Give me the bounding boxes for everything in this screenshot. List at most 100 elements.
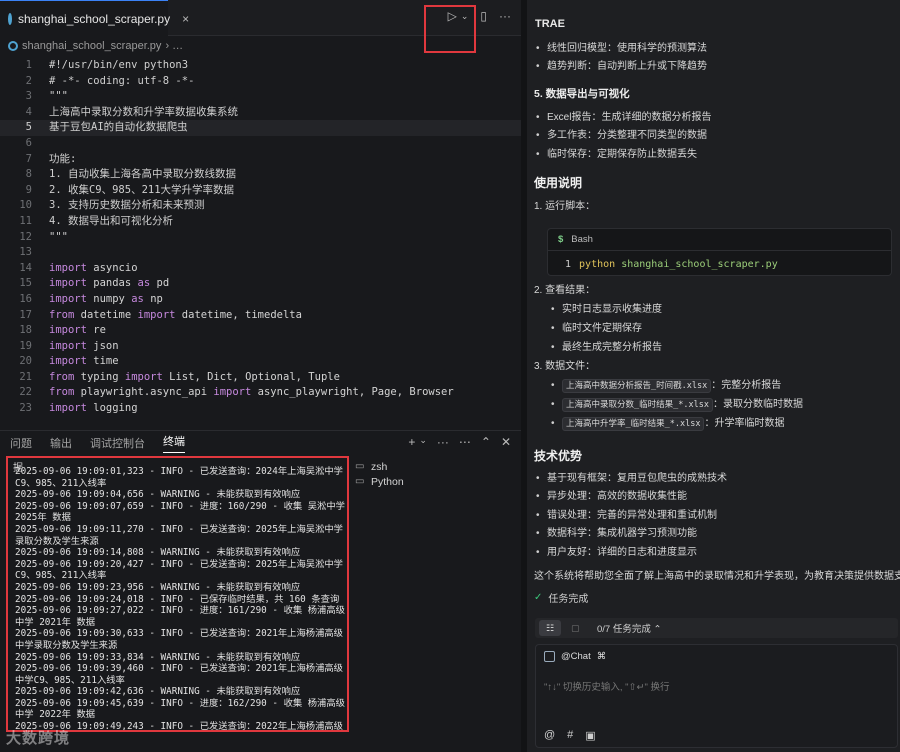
code-text: 1. 自动收集上海各高中录取分数线数据 [49, 168, 236, 181]
at-icon[interactable]: @ [544, 729, 555, 742]
list-view-icon[interactable]: ☷ [539, 620, 561, 636]
terminal-line: 2025-09-06 19:09:27,022 - INFO - 进度：161/… [15, 605, 345, 628]
step2-list: 实时日志显示收集进度临时文件定期保存最终生成完整分析报告 [534, 300, 900, 358]
terminal-line: 2025-09-06 19:09:30,633 - INFO - 已发送查询：2… [15, 628, 343, 651]
code-line: 21 from typing import List, Dict, Optiona… [0, 370, 521, 386]
bullet-item-label: 多工作表 [547, 130, 587, 142]
image-icon[interactable]: ▣ [585, 729, 595, 742]
tech-item-text: ：高效的数据收集性能 [587, 491, 687, 503]
line-number: 7 [25, 152, 32, 165]
breadcrumb-more[interactable]: › … [165, 40, 183, 52]
settings-icon[interactable]: ⋯ [459, 435, 471, 449]
breadcrumb: shanghai_school_scraper.py › … [0, 36, 521, 56]
step-1: 1. 运行脚本： [534, 200, 596, 212]
terminal-list-item[interactable]: ▭ zsh [355, 459, 404, 474]
code-line: 5 基于豆包AI的自动化数据爬虫 [0, 120, 521, 136]
code-block-body[interactable]: 1 python shanghai_school_scraper.py [565, 259, 778, 270]
chat-input-box[interactable]: @Chat ⌘ "↑↓" 切换历史输入, "⇧↵" 换行 @ # ▣ [535, 644, 898, 748]
code-text: import pandas as pd [49, 277, 170, 290]
chat-mode-icon [544, 651, 555, 662]
file-item: 上海高中录取分数_临时结果_*.xlsx：录取分数临时数据 [534, 395, 900, 414]
terminal-line: 2025-09-06 19:09:01,323 - INFO - 已发送查询：2… [15, 466, 343, 489]
code-area[interactable]: 1 #!/usr/bin/env python3 2 # -*- coding: ut… [0, 58, 521, 417]
bullet-item-text: ：定期保存防止数据丢失 [587, 148, 697, 160]
code-text: import asyncio [49, 261, 138, 274]
terminal-line: 2025-09-06 19:09:20,427 - INFO - 已发送查询：2… [15, 558, 343, 582]
code-text: 4. 数据导出和可视化分析 [49, 214, 173, 227]
more-icon[interactable]: ··· [437, 435, 449, 449]
file-desc: ：完整分析报告 [711, 379, 782, 391]
file-list: 上海高中数据分析报告_时间戳.xlsx：完整分析报告上海高中录取分数_临时结果_… [534, 376, 900, 434]
panel-tab[interactable]: 终端 [163, 433, 185, 453]
line-number: 20 [19, 355, 32, 368]
line-number: 10 [19, 199, 32, 212]
tech-item-text: ：详细的日志和进度显示 [587, 546, 697, 558]
code-line: 8 1. 自动收集上海各高中录取分数线数据 [0, 167, 521, 183]
code-block-lang: Bash [571, 234, 593, 245]
section-heading-export: 5. 数据导出与可视化 [534, 87, 630, 100]
terminal-line: 2025-09-06 19:09:04,656 - WARNING - 未能获取… [15, 489, 301, 501]
plus-icon[interactable]: + [408, 435, 415, 449]
code-line: 4 上海高中录取分数和升学率数据收集系统 [0, 105, 521, 121]
panel-tab[interactable]: 问题 [10, 435, 32, 451]
code-line: 19 import json [0, 339, 521, 355]
bullet-item: 线性回归模型：使用科学的预测算法 [534, 40, 900, 59]
code-text: """ [49, 230, 68, 243]
editor-tab-active[interactable]: shanghai_school_scraper.py × [0, 0, 189, 36]
ai-chat-panel: TRAE 线性回归模型：使用科学的预测算法趋势判断：自动判断上升或下降趋势 5.… [527, 0, 900, 752]
code-line: 10 3. 支持历史数据分析和未来预测 [0, 198, 521, 214]
tech-list: 基于现有框架：复用豆包爬虫的成熟技术异步处理：高效的数据收集性能错误处理：完善的… [534, 470, 900, 562]
code-line: 1 #!/usr/bin/env python3 [0, 58, 521, 74]
chevron-up-icon[interactable]: ⌃ [481, 435, 491, 449]
terminal-output[interactable]: 据 2025-09-06 19:09:01,323 - INFO - 已发送查询… [6, 456, 349, 732]
line-number: 21 [19, 370, 32, 383]
terminal-icon: ▭ [355, 461, 365, 472]
close-icon[interactable]: ✕ [501, 435, 511, 449]
chat-mode-tag[interactable]: @Chat ⌘ [544, 651, 606, 662]
line-number: 8 [25, 168, 32, 181]
split-editor-icon[interactable]: ▯ [480, 9, 487, 23]
terminal-icon: ▭ [355, 476, 365, 487]
file-item: 上海高中数据分析报告_时间戳.xlsx：完整分析报告 [534, 376, 900, 395]
tech-item-text: ：复用豆包爬虫的成熟技术 [607, 473, 727, 485]
code-text: from typing import List, Dict, Optional,… [49, 370, 340, 383]
hash-icon[interactable]: # [567, 729, 573, 742]
code-line: 13 [0, 245, 521, 261]
code-editor: shanghai_school_scraper.py × ▷ ⌄ ▯ ··· s… [0, 0, 521, 430]
chevron-down-icon[interactable]: ⌄ [419, 435, 427, 449]
panel-tab[interactable]: 输出 [50, 435, 72, 451]
command-icon: ⌘ [596, 651, 607, 662]
step2-item: 最终生成完整分析报告 [534, 338, 900, 357]
code-block-bash: $ Bash 1 python shanghai_school_scraper.p… [547, 228, 892, 276]
code-line: 16 import numpy as np [0, 292, 521, 308]
line-number: 19 [19, 339, 32, 352]
chat-input-placeholder[interactable]: "↑↓" 切换历史输入, "⇧↵" 换行 [544, 679, 669, 693]
terminal-line: 2025-09-06 19:09:42,636 - WARNING - 未能获取… [15, 686, 301, 698]
task-done-status: ✓ 任务完成 [534, 590, 588, 605]
bullet-item-text: ：分类整理不同类型的数据 [587, 130, 707, 142]
panel-tab[interactable]: 调试控制台 [90, 435, 145, 451]
terminal-list-item[interactable]: ▭ Python [355, 474, 404, 489]
terminal-line: 2025-09-06 19:09:14,808 - WARNING - 未能获取… [15, 547, 301, 559]
code-text: from datetime import datetime, timedelta [49, 308, 302, 321]
step-3: 3. 数据文件： [534, 360, 596, 372]
usage-heading: 使用说明 [534, 175, 583, 190]
tech-item-text: ：完善的异常处理和重试机制 [587, 509, 717, 521]
code-line: 7 功能: [0, 152, 521, 168]
close-icon[interactable]: × [182, 12, 189, 26]
terminal-line: 2025-09-06 19:09:07,659 - INFO - 进度：160/… [15, 500, 345, 524]
file-desc: ：录取分数临时数据 [712, 398, 803, 410]
terminal-line: 2025-09-06 19:09:33,834 - WARNING - 未能获取… [15, 651, 301, 663]
code-text: #!/usr/bin/env python3 [49, 59, 189, 71]
task-progress-bar[interactable]: ☷ ▢ 0/7 任务完成 ⌃ [535, 618, 898, 638]
breadcrumb-file[interactable]: shanghai_school_scraper.py [22, 40, 161, 52]
file-name-code: 上海高中升学率_临时结果_*.xlsx [562, 416, 705, 431]
chat-input-tools: @ # ▣ [544, 729, 596, 742]
code-text: import logging [49, 402, 138, 415]
code-line: 23 import logging [0, 401, 521, 417]
chat-mode-label: @Chat [561, 651, 591, 662]
file-name-code: 上海高中数据分析报告_时间戳.xlsx [562, 378, 712, 393]
task-progress-label[interactable]: 0/7 任务完成 ⌃ [597, 621, 661, 635]
file-view-icon[interactable]: ▢ [571, 623, 587, 634]
more-icon[interactable]: ··· [499, 9, 511, 23]
